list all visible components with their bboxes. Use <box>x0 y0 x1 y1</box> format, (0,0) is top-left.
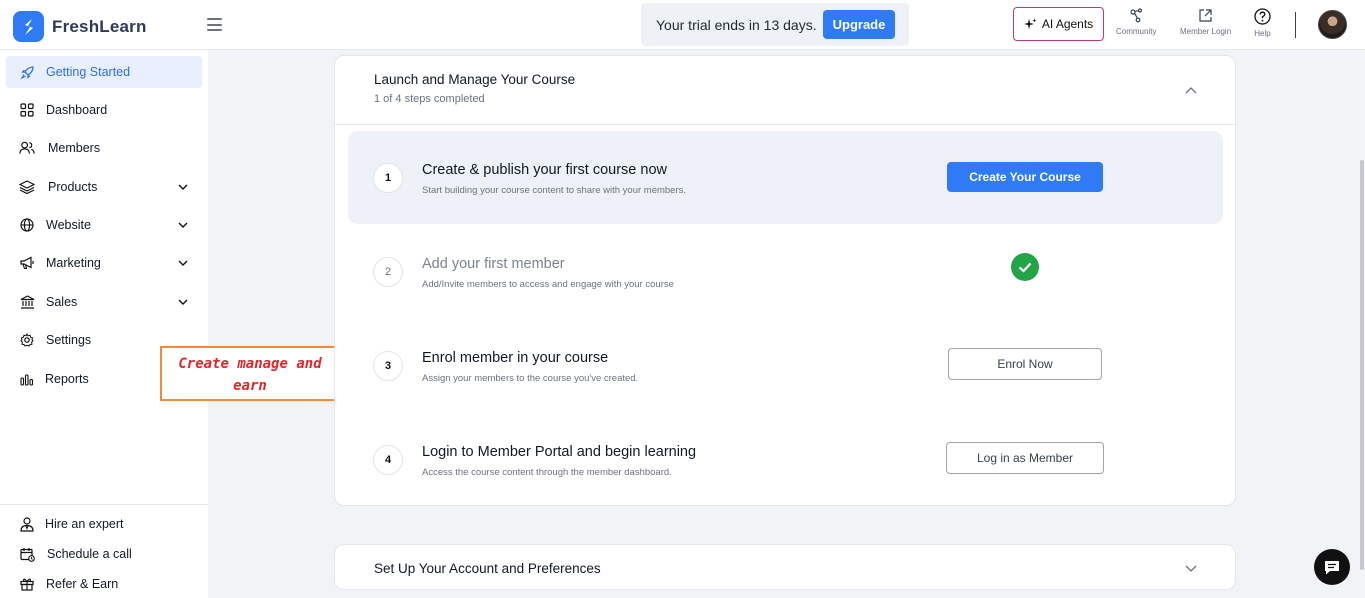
layers-icon <box>19 179 35 195</box>
step-item-4: 4 Login to Member Portal and begin learn… <box>348 413 1223 506</box>
sidebar-item-label: Members <box>48 141 101 155</box>
step-title: Add your first member <box>422 256 565 272</box>
sidebar-item-label: Dashboard <box>46 103 108 117</box>
community-icon <box>1130 8 1143 23</box>
login-as-member-button[interactable]: Log in as Member <box>946 442 1104 474</box>
ai-agents-button[interactable]: AI Agents <box>1013 7 1104 41</box>
chevron-down-icon <box>178 260 188 266</box>
step-description: Access the course content through the me… <box>422 467 672 478</box>
step-description: Add/Invite members to access and engage … <box>422 279 674 290</box>
card-title: Set Up Your Account and Preferences <box>374 561 601 576</box>
rocket-icon <box>19 64 35 80</box>
freshlearn-logo[interactable]: FreshLearn <box>13 11 147 42</box>
annotation-box: Create manage and earn <box>160 346 340 401</box>
sidebar-item-sales[interactable]: Sales <box>6 286 202 318</box>
step-title: Enrol member in your course <box>422 350 609 366</box>
sidebar-item-hire-expert[interactable]: Hire an expert <box>6 508 202 540</box>
sidebar-item-refer-earn[interactable]: Refer & Earn <box>6 568 202 598</box>
bank-icon <box>19 294 35 310</box>
sidebar-item-label: Reports <box>45 372 89 386</box>
sidebar-item-marketing[interactable]: Marketing <box>6 247 202 279</box>
expert-icon <box>19 516 35 532</box>
sidebar-item-label: Products <box>48 180 98 194</box>
account-preferences-card[interactable]: Set Up Your Account and Preferences <box>334 544 1236 590</box>
enrol-now-button[interactable]: Enrol Now <box>948 348 1102 380</box>
sidebar-footer: Hire an expert Schedule a call Refer & E… <box>0 504 208 591</box>
sparkle-icon <box>1023 18 1037 29</box>
step-description: Assign your members to the course you've… <box>422 373 639 384</box>
scrollbar-thumb[interactable] <box>1360 160 1364 570</box>
member-login-label: Member Login <box>1180 27 1232 36</box>
help-icon <box>1254 8 1271 25</box>
megaphone-icon <box>19 255 35 271</box>
sidebar-item-label: Website <box>46 218 91 232</box>
calendar-icon <box>19 546 35 562</box>
step-item-2: 2 Add your first member Add/Invite membe… <box>348 225 1223 318</box>
chevron-up-icon[interactable] <box>1184 85 1198 95</box>
step-description: Start building your course content to sh… <box>422 185 687 196</box>
trial-banner: Your trial ends in 13 days. Upgrade <box>641 3 909 46</box>
step-number: 4 <box>373 445 403 475</box>
sidebar-item-getting-started[interactable]: Getting Started <box>6 56 202 88</box>
chevron-down-icon <box>178 184 188 190</box>
user-avatar[interactable] <box>1318 10 1347 39</box>
gift-icon <box>19 576 35 592</box>
sidebar-item-label: Marketing <box>46 256 101 270</box>
gear-icon <box>19 332 35 348</box>
sidebar-item-label: Refer & Earn <box>46 577 119 591</box>
step-title: Login to Member Portal and begin learnin… <box>422 444 697 460</box>
step-item-3: 3 Enrol member in your course Assign you… <box>348 319 1223 412</box>
launch-course-card: Launch and Manage Your Course 1 of 4 ste… <box>334 55 1236 506</box>
chat-support-button[interactable] <box>1314 549 1350 585</box>
member-login-link[interactable]: Member Login <box>1180 8 1231 36</box>
community-label: Community <box>1116 27 1157 36</box>
page-scrollbar[interactable] <box>1359 50 1365 598</box>
community-link[interactable]: Community <box>1116 8 1156 36</box>
external-link-icon <box>1199 9 1212 22</box>
chat-icon <box>1325 560 1339 574</box>
ai-agents-label: AI Agents <box>1041 17 1094 31</box>
brand-name: FreshLearn <box>52 16 147 36</box>
annotation-line-1: Create manage and <box>178 356 322 372</box>
globe-icon <box>19 217 35 233</box>
bar-chart-icon <box>19 371 35 387</box>
header-divider <box>1295 12 1296 38</box>
users-icon <box>19 140 35 156</box>
sidebar: Getting Started Dashboard Members Produc… <box>0 50 208 598</box>
top-header: FreshLearn Your trial ends in 13 days. U… <box>0 0 1365 50</box>
card-divider <box>335 124 1235 125</box>
upgrade-button[interactable]: Upgrade <box>823 10 895 39</box>
sidebar-item-dashboard[interactable]: Dashboard <box>6 94 202 126</box>
step-number: 1 <box>373 163 403 193</box>
sidebar-item-label: Getting Started <box>46 65 131 79</box>
help-label: Help <box>1254 29 1271 38</box>
sidebar-item-label: Hire an expert <box>45 517 124 531</box>
step-number: 2 <box>373 257 403 287</box>
sidebar-item-label: Settings <box>46 333 92 347</box>
create-course-button[interactable]: Create Your Course <box>947 162 1103 192</box>
grid-icon <box>19 102 35 118</box>
completed-check-icon <box>1011 253 1039 281</box>
sidebar-item-label: Sales <box>46 295 78 309</box>
chevron-down-icon <box>178 222 188 228</box>
help-link[interactable]: Help <box>1254 8 1271 38</box>
sidebar-item-label: Schedule a call <box>47 547 132 561</box>
sidebar-item-members[interactable]: Members <box>6 132 202 164</box>
sidebar-item-schedule-call[interactable]: Schedule a call <box>6 538 202 570</box>
step-number: 3 <box>373 351 403 381</box>
menu-toggle-icon[interactable] <box>207 18 222 31</box>
trial-text: Your trial ends in 13 days. <box>656 16 817 33</box>
card-progress-text: 1 of 4 steps completed <box>374 93 485 105</box>
chevron-down-icon <box>178 299 188 305</box>
card-title: Launch and Manage Your Course <box>374 72 576 87</box>
sidebar-item-products[interactable]: Products <box>6 171 202 203</box>
chevron-down-icon[interactable] <box>1184 564 1198 574</box>
step-title: Create & publish your first course now <box>422 162 667 178</box>
annotation-line-2: earn <box>233 378 267 394</box>
step-item-1: 1 Create & publish your first course now… <box>348 131 1223 224</box>
logo-mark-icon <box>13 11 44 42</box>
sidebar-item-website[interactable]: Website <box>6 209 202 241</box>
